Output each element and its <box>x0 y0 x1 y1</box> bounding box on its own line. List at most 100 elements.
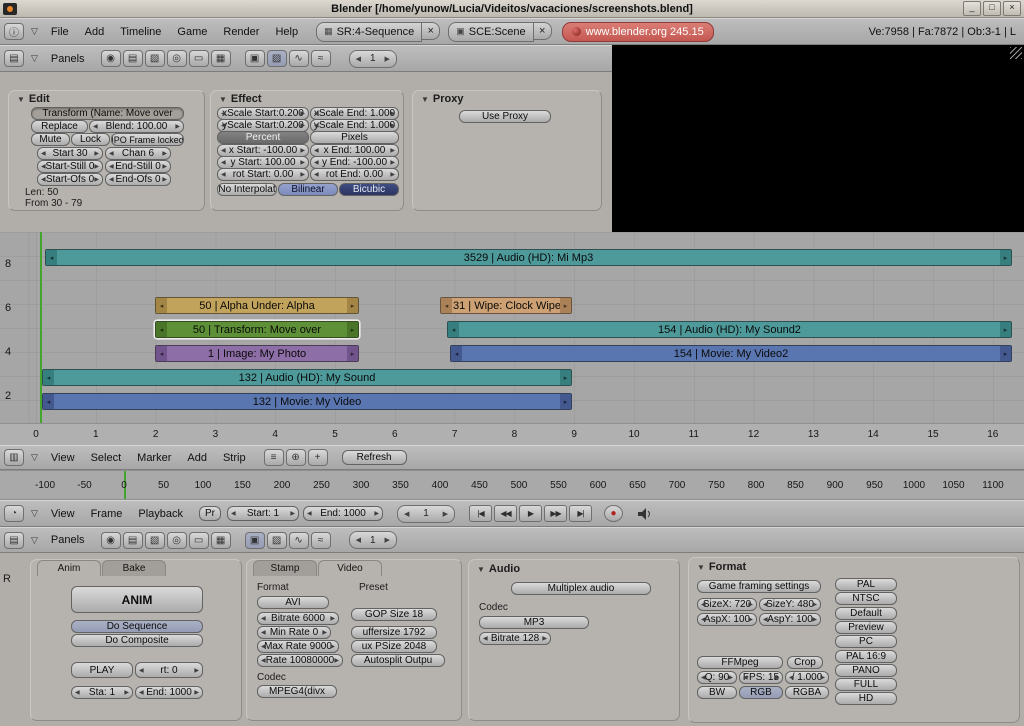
preview-range-button[interactable]: Pr <box>199 506 221 521</box>
strip-left-handle[interactable]: ◂ <box>43 394 54 409</box>
context-2-icon[interactable]: ▤ <box>122 50 143 67</box>
subcontext-4-icon[interactable]: ≈ <box>310 50 331 67</box>
panels-menu[interactable]: Panels <box>43 534 93 546</box>
strip-right-handle[interactable]: ▸ <box>347 322 358 337</box>
sequencer-ruler[interactable]: 0 1 2 3 4 5 6 7 8 9 10 11 12 13 14 15 16 <box>0 423 1024 445</box>
maximize-button[interactable]: □ <box>983 1 1001 16</box>
autosplit-toggle[interactable]: Autosplit Outpu <box>351 654 445 667</box>
percent-toggle[interactable]: Percent <box>217 131 309 144</box>
window-type-info-icon[interactable]: ⓘ <box>4 23 24 40</box>
mux-psize-field[interactable]: ux PSize 2048 <box>351 640 437 653</box>
menu-file[interactable]: File <box>43 26 77 38</box>
sta-field[interactable]: Sta: 1 <box>71 686 133 699</box>
bitrate-field[interactable]: Bitrate 6000 <box>257 612 339 625</box>
play-button[interactable]: PLAY <box>71 662 133 678</box>
bw-rad[interactable]: BW <box>697 686 737 699</box>
scene-delete-icon[interactable]: × <box>533 21 552 40</box>
render-subcontext-4-icon[interactable]: ≈ <box>310 531 331 549</box>
format-panel-title[interactable]: ▼ Format <box>697 561 746 573</box>
sequencer-timeline[interactable]: 8 6 4 2 ◂ 3529 | Audio (HD): Mi Mp3 ▸ ◂ 50 | Alp… <box>0 232 1024 423</box>
start-offset-field[interactable]: Start-Ofs 0 <box>37 173 103 186</box>
play-button[interactable]: ▶ <box>519 505 542 522</box>
subcontext-2-icon[interactable]: ▨ <box>266 50 287 67</box>
strip-left-handle[interactable]: ◂ <box>43 370 54 385</box>
header-collapse-icon[interactable]: ▽ <box>26 535 43 546</box>
seq-tool-1-icon[interactable]: ≡ <box>263 449 284 466</box>
pixels-toggle[interactable]: Pixels <box>310 131 399 144</box>
menu-timeline[interactable]: Timeline <box>112 26 169 38</box>
buttons-page-stepper[interactable]: ◀ 1 ▶ <box>348 49 397 68</box>
area-resize-grip[interactable] <box>1010 47 1022 59</box>
format-preset-pal[interactable]: PAL <box>835 578 897 591</box>
tab-video[interactable]: Video <box>318 560 382 576</box>
render-context-4-icon[interactable]: ◎ <box>166 531 187 549</box>
strip-right-handle[interactable]: ▸ <box>1000 250 1011 265</box>
ffmpeg-menu[interactable]: FFMpeg <box>697 656 783 669</box>
multiplex-audio-toggle[interactable]: Multiplex audio <box>511 582 651 595</box>
tab-anim[interactable]: Anim <box>37 560 101 576</box>
end-still-field[interactable]: End-Still 0 <box>105 160 171 173</box>
bicubic-radio[interactable]: Bicubic <box>339 183 399 196</box>
sequence-strip[interactable]: ◂ 50 | Transform: Move over ▸ <box>155 321 359 338</box>
blend-value-field[interactable]: Blend: 100.00 <box>89 120 184 133</box>
sequence-strip[interactable]: ◂ 132 | Audio (HD): My Sound ▸ <box>42 369 572 386</box>
render-context-6-icon[interactable]: ▦ <box>210 531 231 549</box>
format-preset-full[interactable]: FULL <box>835 678 897 691</box>
timeline-ruler[interactable]: -100 -50 0 50 100 150 200 250 300 350 400 450 500 550… <box>0 470 1024 500</box>
panel-collapse-icon[interactable]: ▼ <box>17 95 25 104</box>
edit-panel-title[interactable]: ▼ Edit <box>17 93 50 105</box>
blender-org-button[interactable]: www.blender.org 245.15 <box>561 21 714 42</box>
strip-right-handle[interactable]: ▸ <box>347 298 358 313</box>
render-subcontext-3-icon[interactable]: ∿ <box>288 531 309 549</box>
fps-field[interactable]: FPS: 15 <box>739 671 783 684</box>
render-subcontext-1-icon[interactable]: ▣ <box>244 531 265 549</box>
step-back-button[interactable]: ◀◀ <box>494 505 517 522</box>
screen-selector-label[interactable]: SR:4-Sequence <box>337 26 415 38</box>
strip-right-handle[interactable]: ▸ <box>560 298 571 313</box>
context-5-icon[interactable]: ▭ <box>188 50 209 67</box>
format-preset-hd[interactable]: HD <box>835 692 897 705</box>
sequence-strip[interactable]: ◂ 154 | Movie: My Video2 ▸ <box>450 345 1012 362</box>
refresh-button[interactable]: Refresh <box>341 450 407 465</box>
panel-collapse-icon[interactable]: ▼ <box>421 95 429 104</box>
strip-name-field[interactable]: Transform (Name: Move over <box>31 107 184 120</box>
menu-strip[interactable]: Strip <box>215 452 254 464</box>
minimize-button[interactable]: _ <box>963 1 981 16</box>
ipo-frame-locked-toggle[interactable]: IPO Frame locked <box>111 133 184 146</box>
sequence-strip[interactable]: ◂ 3529 | Audio (HD): Mi Mp3 ▸ <box>45 249 1012 266</box>
tab-bake[interactable]: Bake <box>102 560 166 576</box>
panels-menu[interactable]: Panels <box>43 53 93 65</box>
anim-button[interactable]: ANIM <box>71 586 203 613</box>
max-rate-field[interactable]: Max Rate 9000 <box>257 640 339 653</box>
render-context-5-icon[interactable]: ▭ <box>188 531 209 549</box>
rgb-radio[interactable]: RGB <box>739 686 783 699</box>
render-context-1-icon[interactable]: ◉ <box>100 531 121 549</box>
scene-browse-icon[interactable]: ▣ <box>456 26 465 37</box>
strip-right-handle[interactable]: ▸ <box>560 394 571 409</box>
menu-help[interactable]: Help <box>267 26 306 38</box>
scene-selector-label[interactable]: SCE:Scene <box>469 26 526 38</box>
panel-collapse-icon[interactable]: ▼ <box>697 563 705 572</box>
size-x-field[interactable]: SizeX: 720 <box>697 598 757 611</box>
menu-frame[interactable]: Frame <box>83 508 131 520</box>
strip-right-handle[interactable]: ▸ <box>560 370 571 385</box>
fps-base-field[interactable]: / 1.000 <box>785 671 829 684</box>
end-offset-field[interactable]: End-Ofs 0 <box>105 173 171 186</box>
context-3-icon[interactable]: ▧ <box>144 50 165 67</box>
strip-left-handle[interactable]: ◂ <box>441 298 452 313</box>
menu-game[interactable]: Game <box>169 26 215 38</box>
gop-size-field[interactable]: GOP Size 18 <box>351 608 437 621</box>
format-preset-pano[interactable]: PANO <box>835 664 897 677</box>
subcontext-3-icon[interactable]: ∿ <box>288 50 309 67</box>
render-context-3-icon[interactable]: ▧ <box>144 531 165 549</box>
header-collapse-icon[interactable]: ▽ <box>26 508 43 519</box>
menu-view[interactable]: View <box>43 508 83 520</box>
jump-to-end-button[interactable]: ▶| <box>569 505 592 522</box>
channel-field[interactable]: Chan 6 <box>105 147 171 160</box>
header-collapse-icon[interactable]: ▽ <box>26 26 43 37</box>
format-preset-default[interactable]: Default <box>835 607 897 620</box>
end-frame-field[interactable]: End: 1000 <box>303 506 383 521</box>
seq-tool-3-icon[interactable]: + <box>307 449 328 466</box>
do-composite-toggle[interactable]: Do Composite <box>71 634 203 647</box>
sequence-strip[interactable]: ◂ 132 | Movie: My Video ▸ <box>42 393 572 410</box>
